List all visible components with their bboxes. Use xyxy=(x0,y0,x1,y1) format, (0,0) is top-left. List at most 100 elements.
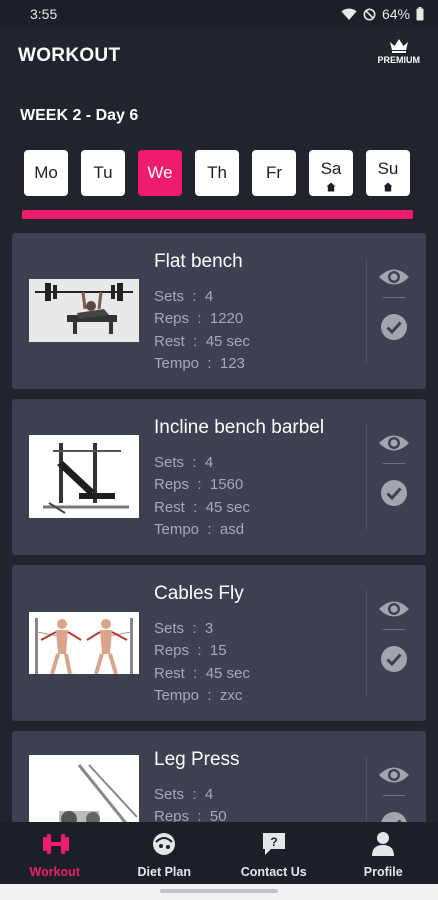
action-divider xyxy=(383,463,405,464)
detail-value: 45 sec xyxy=(205,664,250,682)
gesture-handle[interactable] xyxy=(160,889,278,893)
svg-text:?: ? xyxy=(270,835,277,849)
day-label: Th xyxy=(207,163,227,182)
food-icon xyxy=(153,833,176,855)
detail-separator: : xyxy=(199,354,220,372)
detail-row-sets: Sets : 3 xyxy=(154,618,250,640)
detail-label: Rest xyxy=(154,498,185,516)
status-time: 3:55 xyxy=(30,6,58,22)
detail-label: Sets xyxy=(154,620,185,637)
exercise-card[interactable]: Cables Fly Sets : 3 Reps : 15 Rest : 45 sec… xyxy=(12,565,426,721)
detail-value: asd xyxy=(219,520,245,538)
day-button-th[interactable]: Th xyxy=(195,150,239,196)
detail-row-rest: Rest : 45 sec xyxy=(154,331,250,353)
detail-label: Rest xyxy=(154,664,185,682)
detail-value: 4 xyxy=(204,288,214,305)
nav-label: Profile xyxy=(363,865,403,879)
action-divider xyxy=(383,629,405,630)
do-not-disturb-icon xyxy=(363,8,376,20)
nav-workout[interactable]: Workout xyxy=(0,822,110,884)
day-button-we[interactable]: We xyxy=(138,150,182,196)
nav-contact-us[interactable]: ? Contact Us xyxy=(219,822,329,884)
crown-icon xyxy=(389,39,408,53)
week-label: WEEK 2 - Day 6 xyxy=(20,107,139,124)
check-circle-icon[interactable] xyxy=(380,645,408,673)
detail-value: 123 xyxy=(219,354,245,372)
day-label: Mo xyxy=(34,163,58,182)
detail-separator: : xyxy=(189,808,210,822)
eye-icon[interactable] xyxy=(378,764,410,786)
exercise-name: Flat bench xyxy=(154,251,243,272)
premium-button[interactable]: PREMIUM xyxy=(377,38,421,65)
exercise-card[interactable]: Flat bench Sets : 4 Reps : 1220 Rest : 45 s… xyxy=(12,233,426,389)
detail-separator: : xyxy=(184,620,205,637)
dumbbell-icon xyxy=(42,834,69,854)
nav-diet-plan[interactable]: Diet Plan xyxy=(110,822,220,884)
detail-separator: : xyxy=(184,786,205,803)
detail-label: Sets xyxy=(154,288,185,305)
status-icons: 64% xyxy=(341,6,424,22)
wifi-icon xyxy=(341,8,357,20)
detail-separator: : xyxy=(184,664,206,682)
day-label: Tu xyxy=(93,163,113,182)
cable-fly-illustration xyxy=(29,612,139,676)
detail-separator: : xyxy=(184,332,206,350)
home-icon xyxy=(326,182,336,192)
detail-value: 3 xyxy=(204,620,214,637)
day-label: Su xyxy=(377,159,399,178)
nav-profile[interactable]: Profile xyxy=(329,822,438,884)
detail-row-rest: Rest : 45 sec xyxy=(154,497,250,519)
card-divider xyxy=(366,756,367,822)
chat-question-icon: ? xyxy=(262,833,285,855)
exercise-list[interactable]: Flat bench Sets : 4 Reps : 1220 Rest : 45 s… xyxy=(12,233,426,822)
exercise-details: Sets : 3 Reps : 15 Rest : 45 sec Tempo : zx… xyxy=(154,618,250,707)
check-circle-icon[interactable] xyxy=(380,479,408,507)
day-button-sa[interactable]: Sa xyxy=(309,150,353,196)
detail-separator: : xyxy=(184,498,206,516)
detail-separator: : xyxy=(199,520,220,538)
card-divider xyxy=(366,424,367,530)
eye-icon[interactable] xyxy=(378,432,410,454)
day-button-mo[interactable]: Mo xyxy=(24,150,68,196)
action-divider xyxy=(383,795,405,796)
battery-icon xyxy=(416,7,424,21)
app-header: WORKOUT PREMIUM xyxy=(0,28,438,90)
page-title: WORKOUT xyxy=(18,45,121,66)
check-circle-icon[interactable] xyxy=(380,313,408,341)
detail-label: Tempo xyxy=(154,520,200,538)
card-divider xyxy=(366,590,367,696)
detail-value: 15 xyxy=(209,642,227,660)
day-selector: Mo Tu We Th Fr Sa Su xyxy=(24,150,410,196)
detail-label: Reps xyxy=(154,642,190,660)
detail-row-sets: Sets : 4 xyxy=(154,286,250,308)
detail-value: 50 xyxy=(209,808,227,822)
detail-row-reps: Reps : 1560 xyxy=(154,474,250,496)
home-icon xyxy=(383,182,393,192)
premium-label: PREMIUM xyxy=(377,55,421,65)
day-label: Fr xyxy=(265,163,283,182)
detail-label: Reps xyxy=(154,808,190,822)
detail-row-reps: Reps : 50 xyxy=(154,806,227,822)
detail-separator: : xyxy=(189,310,210,328)
detail-label: Reps xyxy=(154,476,190,494)
bottom-navigation: Workout Diet Plan ? Contact Us Profile xyxy=(0,822,438,884)
leg-press-photo xyxy=(29,755,139,822)
week-progress-bar xyxy=(22,210,413,219)
day-button-tu[interactable]: Tu xyxy=(81,150,125,196)
check-circle-icon[interactable] xyxy=(380,811,408,822)
card-actions xyxy=(375,432,413,507)
incline-bench-photo xyxy=(29,435,139,518)
detail-separator: : xyxy=(189,642,210,660)
eye-icon[interactable] xyxy=(378,598,410,620)
day-label: Sa xyxy=(320,159,342,178)
card-actions xyxy=(375,764,413,822)
exercise-card[interactable]: Leg PressSets : 4Reps : 50Rest : Tempo : xyxy=(12,731,426,822)
eye-icon[interactable] xyxy=(378,266,410,288)
nav-label: Diet Plan xyxy=(137,865,192,879)
battery-percent: 64% xyxy=(381,6,410,22)
day-button-fr[interactable]: Fr xyxy=(252,150,296,196)
detail-value: 4 xyxy=(204,786,214,803)
detail-value: 45 sec xyxy=(205,498,250,516)
exercise-card[interactable]: Incline bench barbel Sets : 4 Reps : 1560 R… xyxy=(12,399,426,555)
day-button-su[interactable]: Su xyxy=(366,150,410,196)
